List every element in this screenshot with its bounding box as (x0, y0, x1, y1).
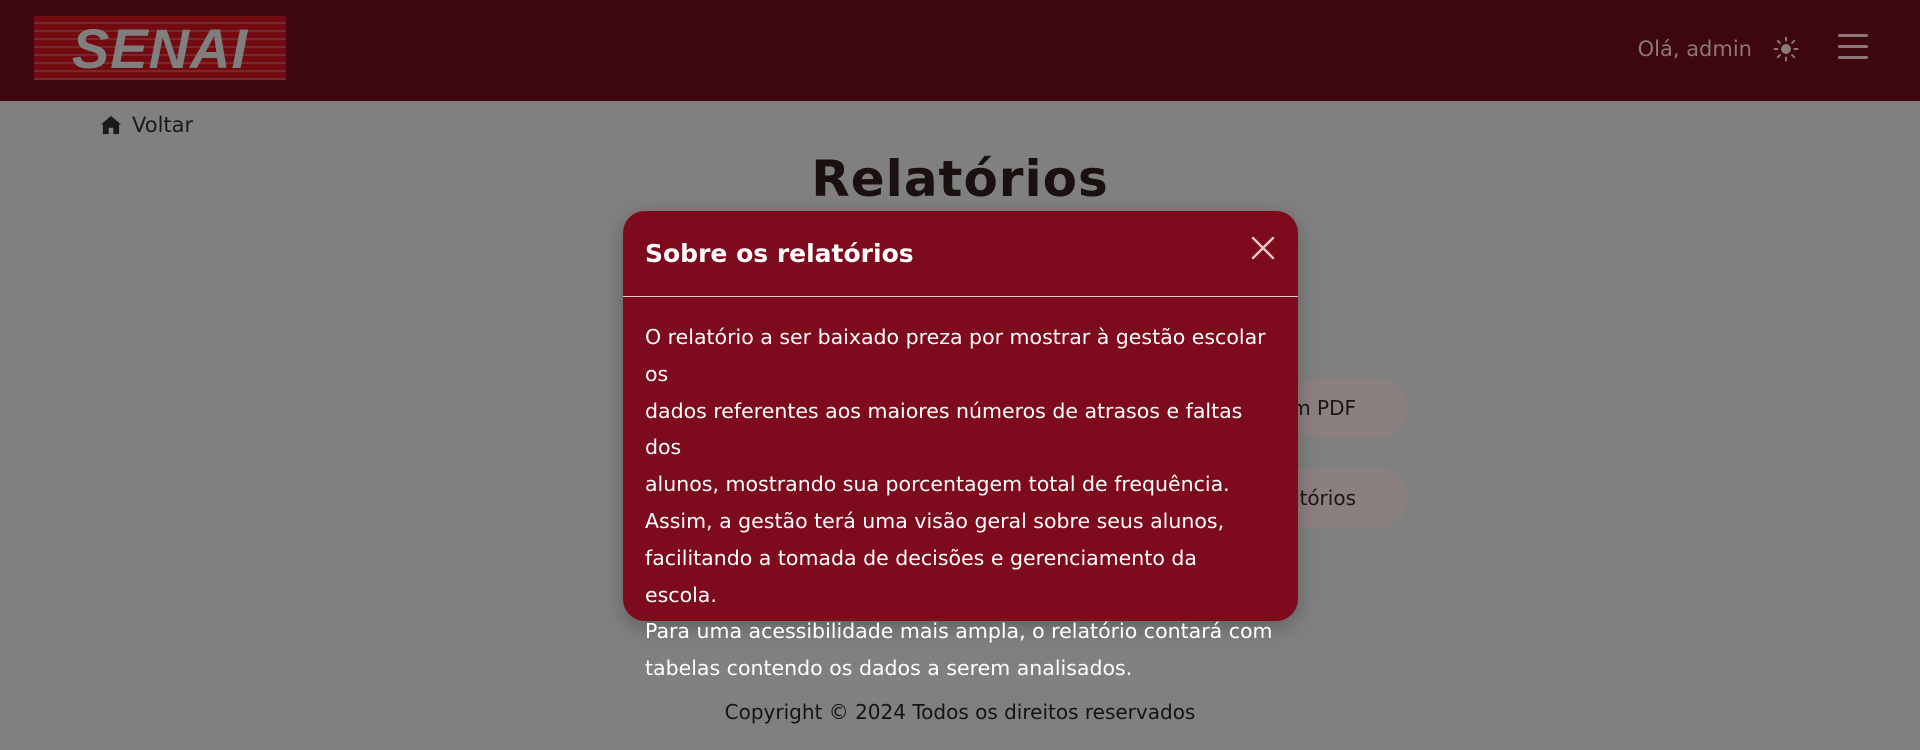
modal-body-line: Para uma acessibilidade mais ampla, o re… (645, 619, 1273, 644)
page-title: Relatórios (811, 150, 1109, 208)
top-navbar: SENAI Olá, admin (0, 0, 1920, 101)
home-icon (100, 115, 122, 135)
about-reports-modal: Sobre os relatórios O relatório a ser ba… (623, 211, 1298, 680)
back-label: Voltar (132, 113, 194, 137)
modal-body-line: dados referentes aos maiores números de … (645, 398, 1243, 460)
modal-body: O relatório a ser baixado preza por most… (645, 319, 1274, 687)
user-greeting: Olá, admin (1637, 37, 1752, 61)
close-icon[interactable] (1246, 231, 1280, 265)
modal-body-line: tabelas contendo os dados a serem analis… (645, 656, 1133, 681)
modal-title: Sobre os relatórios (645, 239, 914, 268)
modal-body-line: Assim, a gestão terá uma visão geral sob… (645, 508, 1225, 533)
modal-body-line: O relatório a ser baixado preza por most… (645, 325, 1266, 386)
hamburger-menu-icon[interactable] (1838, 34, 1868, 60)
modal-divider (623, 296, 1298, 297)
modal-body-line: facilitando a tomada de decisões e geren… (645, 545, 1197, 607)
footer-copyright: Copyright © 2024 Todos os direitos reser… (724, 700, 1196, 724)
sun-icon[interactable] (1772, 35, 1800, 63)
modal-body-line: alunos, mostrando sua porcentagem total … (645, 472, 1230, 497)
senai-logo[interactable]: SENAI (34, 16, 286, 80)
back-link[interactable]: Voltar (100, 111, 193, 139)
